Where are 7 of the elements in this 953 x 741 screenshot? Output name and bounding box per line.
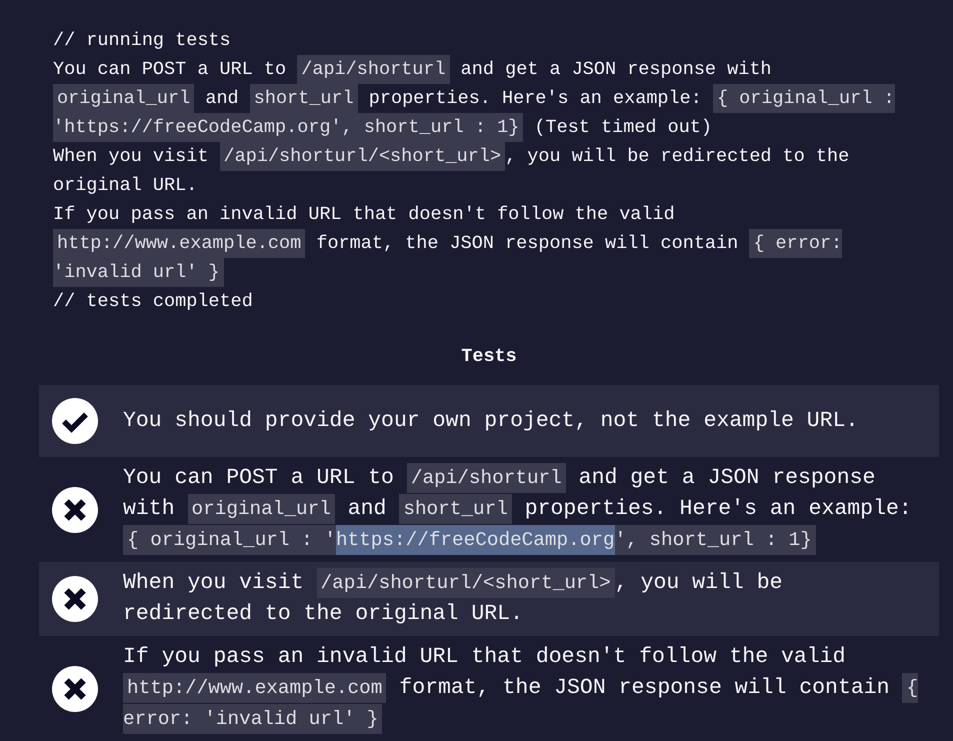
console-line: // running tests bbox=[53, 29, 232, 53]
test-description: When you visit /api/shorturl/<short_url> , you will be redirected to the original URL. bbox=[123, 568, 922, 630]
console-line: When you visit /api/shorturl/<short_url> , you will be redirected to the original URL. bbox=[53, 142, 920, 200]
tests-heading: Tests bbox=[461, 345, 517, 369]
console-line: // tests completed bbox=[53, 290, 254, 314]
test-description: You can POST a URL to /api/shorturl and get a JSON response with original_url and short_url properties. Here's an example: { original_url : 'https://freeCodeCamp.org', short_url : 1} bbox=[123, 463, 922, 556]
test-description: You should provide your own project, not the example URL. bbox=[123, 408, 860, 434]
